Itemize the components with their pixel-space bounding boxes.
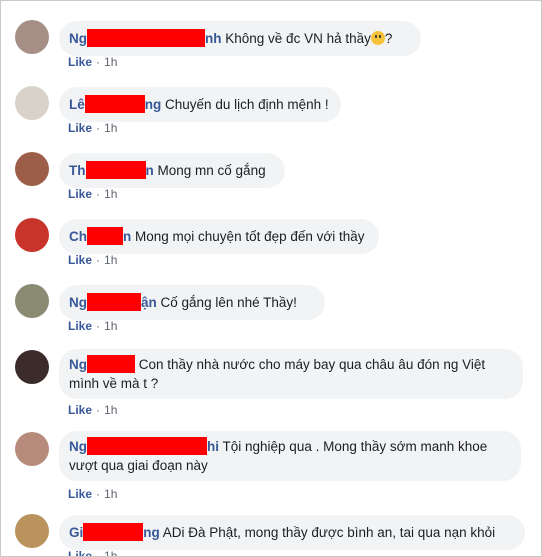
comment-time[interactable]: 1h — [104, 319, 117, 333]
comment-text: Cố gắng lên nhé Thầy! — [160, 295, 297, 310]
commenter-name[interactable]: Ng nh — [69, 29, 222, 47]
comment-actions: Like · 1h — [68, 55, 118, 69]
avatar[interactable] — [15, 152, 49, 186]
commenter-name[interactable]: Ng ận — [69, 293, 157, 311]
comment-trail: ? — [384, 31, 393, 46]
avatar[interactable] — [15, 20, 49, 54]
comment-bubble: Ng Con thầy nhà nước cho máy bay qua châ… — [59, 349, 523, 399]
comment-time[interactable]: 1h — [104, 253, 117, 267]
comment-actions: Like · 1h — [68, 319, 118, 333]
redaction-bar — [85, 161, 146, 179]
comment-time[interactable]: 1h — [104, 549, 117, 556]
comment-text: Mong mn cố gắng — [157, 163, 266, 178]
redaction-bar — [87, 227, 123, 245]
comment-text: Không về đc VN hả thầy — [225, 31, 371, 46]
like-button[interactable]: Like — [68, 319, 92, 333]
comment-actions: Like · 1h — [68, 549, 117, 556]
comment-time[interactable]: 1h — [104, 187, 117, 201]
comment-text: Mong mọi chuyện tốt đẹp đến với thầy — [135, 229, 365, 244]
commenter-name[interactable]: Ng — [69, 355, 135, 373]
comment-actions: Like · 1h — [68, 487, 118, 501]
commenter-name[interactable]: Ch n — [69, 227, 131, 245]
avatar[interactable] — [15, 86, 49, 120]
avatar[interactable] — [15, 350, 49, 384]
comment-time[interactable]: 1h — [104, 403, 117, 417]
avatar[interactable] — [15, 432, 49, 466]
avatar[interactable] — [15, 284, 49, 318]
like-button[interactable]: Like — [68, 549, 92, 556]
comment-bubble: Th n Mong mn cố gắng — [59, 153, 285, 188]
redaction-bar — [84, 95, 145, 113]
commenter-name[interactable]: Ng hi — [69, 437, 219, 455]
like-button[interactable]: Like — [68, 55, 92, 69]
avatar[interactable] — [15, 514, 49, 548]
comment-bubble: Ng hi Tội nghiệp qua . Mong thầy sớm manh… — [59, 431, 521, 481]
comment-actions: Like · 1h — [68, 187, 118, 201]
comment-bubble: Lê ng Chuyến du lịch định mệnh ! — [59, 87, 341, 122]
comment-text: Chuyến du lịch định mệnh ! — [165, 97, 329, 112]
like-button[interactable]: Like — [68, 121, 92, 135]
comment-time[interactable]: 1h — [104, 487, 117, 501]
comment-time[interactable]: 1h — [104, 55, 117, 69]
comment-bubble: Ng nh Không về đc VN hả thầy? — [59, 21, 421, 56]
comment-text: ADi Đà Phật, mong thầy được bình an, tai… — [162, 525, 496, 540]
comment-bubble: Ng ận Cố gắng lên nhé Thầy! — [59, 285, 325, 320]
redaction-bar — [83, 523, 144, 541]
comment-actions: Like · 1h — [68, 121, 118, 135]
comment-actions: Like · 1h — [68, 403, 118, 417]
like-button[interactable]: Like — [68, 487, 92, 501]
comment-bubble: Ch n Mong mọi chuyện tốt đẹp đến với thầy — [59, 219, 379, 254]
redaction-bar — [87, 355, 135, 373]
worried-face-icon — [370, 31, 385, 45]
like-button[interactable]: Like — [68, 187, 92, 201]
commenter-name[interactable]: Lê ng — [69, 95, 161, 113]
commenter-name[interactable]: Th n — [69, 161, 154, 179]
like-button[interactable]: Like — [68, 403, 92, 417]
redaction-bar — [87, 29, 205, 47]
commenter-name[interactable]: Gi ng — [69, 523, 160, 541]
comment-bubble: Gi ng ADi Đà Phật, mong thầy được bình an… — [59, 515, 525, 550]
avatar[interactable] — [15, 218, 49, 252]
redaction-bar — [87, 293, 141, 311]
like-button[interactable]: Like — [68, 253, 92, 267]
comment-actions: Like · 1h — [68, 253, 118, 267]
comment-time[interactable]: 1h — [104, 121, 117, 135]
comments-panel: Ng nh Không về đc VN hả thầy? Like · 1h Lê n… — [0, 0, 542, 557]
redaction-bar — [87, 437, 207, 455]
